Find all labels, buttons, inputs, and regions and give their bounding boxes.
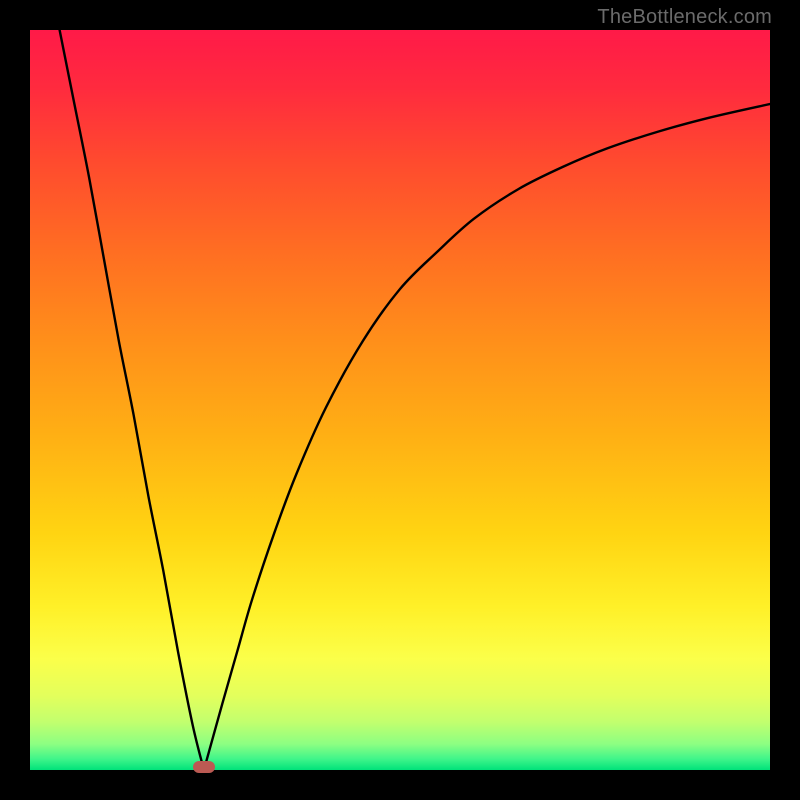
curves-layer bbox=[30, 30, 770, 770]
chart-frame: TheBottleneck.com bbox=[0, 0, 800, 800]
curve-left-branch bbox=[60, 30, 204, 770]
credit-label: TheBottleneck.com bbox=[597, 6, 772, 29]
plot-area bbox=[30, 30, 770, 770]
curve-right-branch bbox=[204, 104, 770, 770]
vertex-marker bbox=[193, 761, 215, 773]
